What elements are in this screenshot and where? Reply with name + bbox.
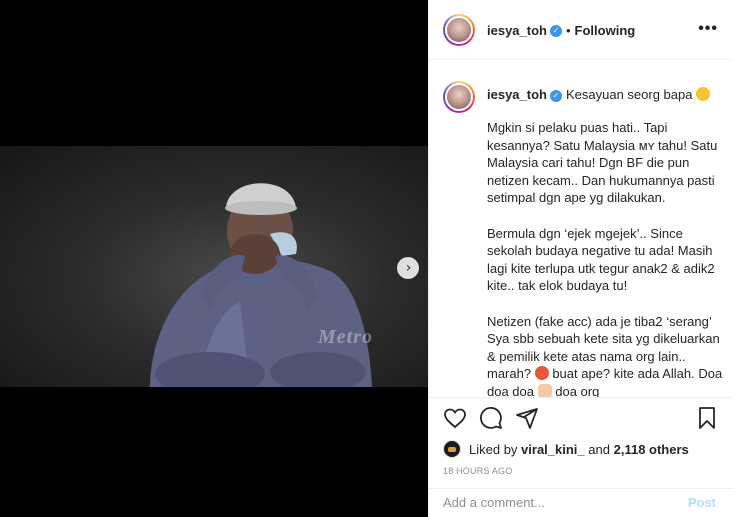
post-side-panel: iesya_toh ✓ • Following ••• iesya_toh ✓ Kesay…: [428, 0, 733, 517]
username-link[interactable]: iesya_toh: [487, 23, 547, 38]
caption-paragraph-3-wrap: Netizen (fake acc) ada je tiba2 ‘serang’…: [487, 313, 725, 397]
likes-line: Liked by viral_kini_ and 2,118 others: [443, 440, 689, 458]
caption-paragraph-5: doa org: [555, 383, 600, 397]
heart-icon[interactable]: [443, 406, 467, 430]
liker-username-link[interactable]: viral_kini_: [521, 442, 585, 457]
verified-badge-icon: ✓: [549, 24, 562, 37]
share-icon[interactable]: [515, 406, 539, 430]
avatar[interactable]: [443, 14, 475, 46]
separator-dot: •: [565, 23, 571, 38]
comment-icon[interactable]: [479, 406, 503, 430]
likes-conjunction: and: [588, 441, 610, 457]
action-bar: [429, 397, 733, 437]
caption-username-link[interactable]: iesya_toh: [487, 87, 547, 102]
man-praying-illustration: [150, 183, 372, 387]
post-timestamp[interactable]: 18 HOURS AGO: [443, 466, 512, 476]
crying-face-emoji-icon: [696, 87, 711, 101]
caption-header: iesya_toh ✓ Kesayuan seorg bapa: [487, 87, 711, 102]
caption-paragraph-1: Mgkin si pelaku puas hati.. Tapi kesanny…: [487, 120, 718, 206]
chevron-right-icon: ›: [405, 260, 412, 276]
post-photo[interactable]: Metro: [0, 146, 428, 387]
header-user-line: iesya_toh ✓ • Following: [487, 22, 635, 40]
liker-avatar[interactable]: [443, 440, 461, 458]
more-options-icon[interactable]: •••: [698, 20, 718, 38]
likes-count-link[interactable]: 2,118 others: [614, 442, 689, 457]
post-header: iesya_toh ✓ • Following •••: [429, 0, 733, 60]
photo-watermark: Metro: [318, 326, 373, 348]
caption-paragraph-2: Bermula dgn ‘ejek mgejek’.. Since sekola…: [487, 225, 715, 294]
likes-prefix: Liked by: [469, 441, 518, 457]
caption-body: Mgkin si pelaku puas hati.. Tapi kesanny…: [487, 119, 725, 397]
bookmark-icon[interactable]: [695, 406, 719, 430]
comment-bar: Post: [429, 488, 733, 517]
next-photo-button[interactable]: ›: [397, 257, 419, 279]
angry-face-emoji-icon: [534, 366, 549, 381]
verified-badge-icon: ✓: [549, 89, 562, 102]
post-comment-button[interactable]: Post: [688, 495, 716, 510]
following-button[interactable]: Following: [575, 23, 636, 38]
post-media: Metro ›: [0, 0, 428, 517]
caption-title: Kesayuan seorg bapa: [565, 87, 693, 102]
praying-hands-emoji-icon: [537, 383, 552, 397]
comment-input[interactable]: [443, 495, 673, 510]
caption-scroll-area[interactable]: iesya_toh ✓ Kesayuan seorg bapa Mgkin si p…: [429, 61, 733, 397]
caption-avatar[interactable]: [443, 81, 475, 113]
